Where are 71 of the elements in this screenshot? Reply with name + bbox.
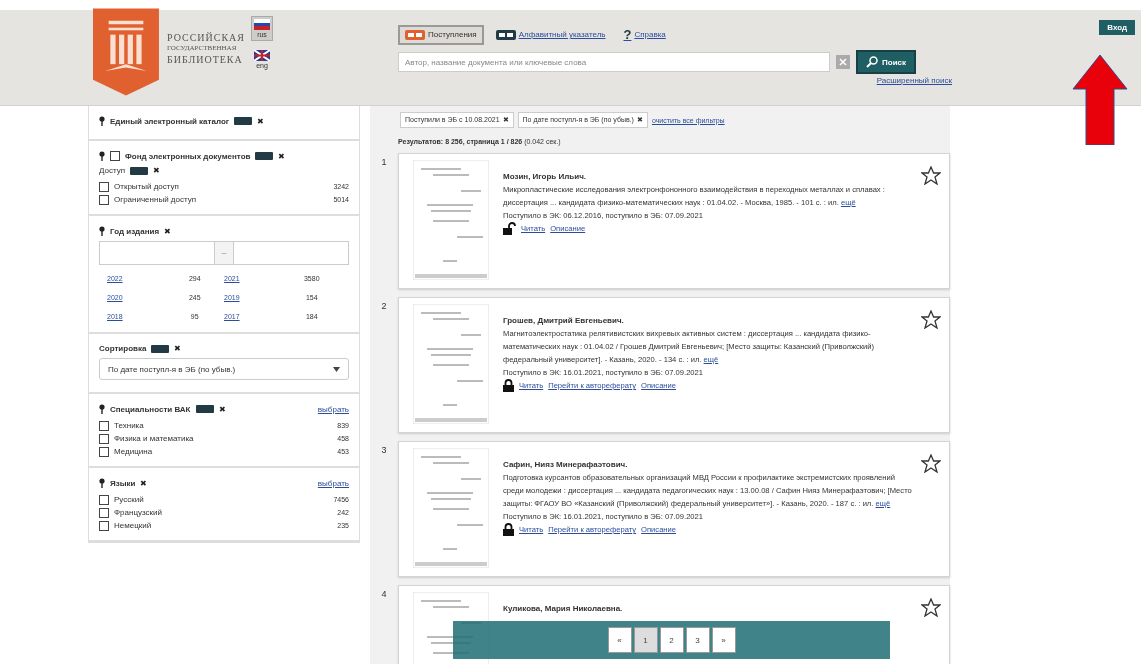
checkbox[interactable] [99,446,109,457]
section-title: Единый электронный каталог [110,116,230,126]
page-button[interactable]: 3 [685,627,710,653]
pin-icon [99,151,105,161]
section-title: Специальности ВАК [110,404,191,414]
pin-icon [99,478,105,488]
nav-tab[interactable]: Поступления [398,24,484,45]
option-label[interactable]: Открытый доступ [114,182,329,191]
option-label[interactable]: Немецкий [114,521,333,530]
login-button[interactable]: Вход [1099,20,1135,35]
option-label[interactable]: Техника [114,421,333,430]
result-number: 1 [380,156,388,169]
page-button[interactable]: « [607,627,632,653]
section-title: Фонд электронных документов [125,151,251,161]
option-label[interactable]: Физика и математика [114,434,333,443]
flag-icon [254,50,270,61]
checkbox[interactable] [99,181,109,192]
section-subtitle: Доступ [99,166,126,175]
remove-filter-button[interactable]: ✖ [257,116,265,126]
select-link[interactable]: выбрать [317,478,349,488]
pin-icon [99,226,105,236]
remove-filter-button[interactable]: ✖ [164,226,172,236]
option-label[interactable]: Французский [114,508,333,517]
author-name: Куликова, Мария Николаевна. [503,603,624,615]
search-icon [866,56,878,68]
remove-filter-button[interactable]: ✖ [278,151,286,161]
checkbox[interactable] [99,507,109,518]
checkbox[interactable] [99,420,109,431]
page-button[interactable]: » [711,627,736,653]
advanced-search-link[interactable]: Расширенный поиск [876,76,952,85]
page-button[interactable]: 1 [633,627,658,653]
option-label[interactable]: Русский [114,495,329,504]
remove-filter-button[interactable]: ✖ [174,344,182,353]
caret-icon [333,366,340,372]
pin-icon [99,116,105,126]
remove-filter-button[interactable]: ✖ [140,478,148,488]
page-button[interactable]: 2 [659,627,684,653]
star-icon [921,166,941,185]
checkbox[interactable] [99,194,109,205]
nav-tab[interactable]: Алфавитный указатель [489,25,612,44]
star-icon [921,454,941,473]
search-button[interactable]: Поиск [856,50,916,74]
result-number: 4 [380,588,388,601]
nav-tab[interactable]: ? Справка [617,23,672,46]
option-label[interactable]: Медицина [114,447,333,456]
author-name: Сафин, Нияз Минерафаэтович. [503,459,629,471]
close-icon [839,58,847,66]
section-title: Языки [110,478,136,488]
result-number: 3 [380,444,388,457]
pin-icon [99,404,105,414]
checkbox[interactable] [99,520,109,531]
checkbox[interactable] [99,494,109,505]
logo-text-line: БИБЛИОТЕКА [166,54,244,65]
author-name: Мозин, Игорь Ильич. [503,171,588,183]
help-icon: ? [623,27,632,42]
select-link[interactable]: выбрать [317,404,349,414]
sort-select[interactable]: По дате поступл-я в ЭБ (по убыв.) [99,358,349,380]
star-icon [921,310,941,329]
remove-filter-button[interactable]: ✖ [153,166,161,175]
remove-filter-button[interactable]: ✖ [218,404,226,414]
search-field[interactable]: Автор, название документа или ключевые слова [398,52,830,72]
flag-icon [254,19,270,30]
option-label[interactable]: Ограниченный доступ [114,195,329,204]
checkbox[interactable] [110,151,120,161]
section-title: Год издания [110,226,160,236]
star-icon [921,598,941,617]
logo-text-line: РОССИЙСКАЯ [166,32,245,43]
author-name: Грошев, Дмитрий Евгеньевич. [503,315,625,327]
checkbox[interactable] [99,433,109,444]
section-title: Сортировка [99,344,147,353]
result-number: 2 [380,300,388,313]
